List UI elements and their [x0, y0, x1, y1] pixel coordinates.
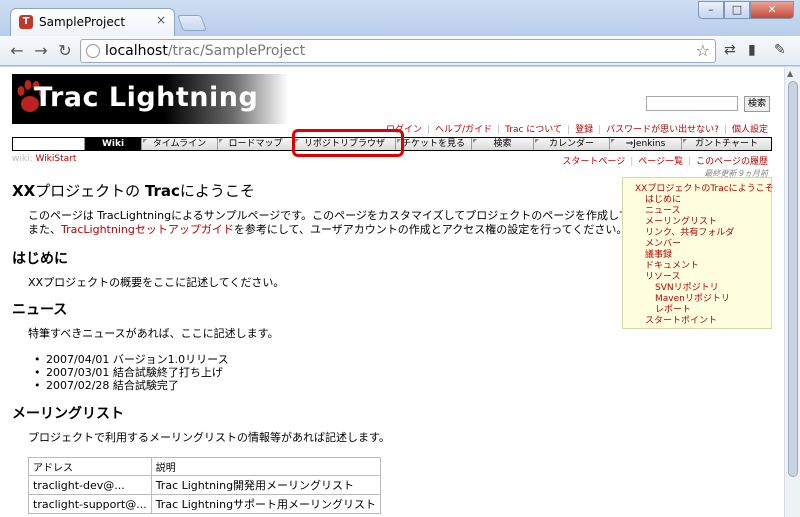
tab-timeline[interactable]: タイムライン [141, 138, 217, 150]
toc-item[interactable]: XXプロジェクトのTracにようこそ [635, 184, 774, 195]
toc-item[interactable]: メーリングリスト [635, 217, 771, 228]
start-page-link[interactable]: スタートページ [562, 157, 625, 167]
list-item: 2007/03/01 結合試験終了打ち上げ [34, 366, 229, 379]
tab-wiki[interactable]: Wiki [84, 138, 141, 150]
new-tab-button[interactable] [177, 15, 207, 31]
search-button[interactable]: 検索 [744, 96, 770, 112]
toc-item[interactable]: ニュース [635, 206, 771, 217]
news-text: 特筆すべきニュースがあれば、ここに記述します。 [28, 327, 279, 340]
table-row: traclight-support@... Trac Lightningサポート… [28, 494, 382, 514]
tab-roadmap[interactable]: ロードマップ [217, 138, 293, 150]
search-input[interactable] [646, 96, 738, 111]
back-arrow-icon[interactable]: ← [6, 40, 28, 62]
breadcrumb-page-link[interactable]: WikiStart [35, 154, 76, 164]
mailing-list-table: アドレス 説明 traclight-dev@... Trac Lightning… [28, 457, 382, 514]
mailing-list-text: プロジェクトで利用するメーリングリストの情報等があれば記述します。 [28, 431, 390, 444]
browser-tab[interactable]: T SampleProject × [10, 8, 175, 36]
reload-icon[interactable]: ↻ [54, 40, 76, 62]
toc-item[interactable]: はじめに [635, 195, 771, 206]
nav-spacer [13, 138, 84, 150]
window-titlebar: T SampleProject × – □ ✕ [0, 0, 800, 36]
heading-hajimeni: はじめに [12, 251, 68, 267]
page-viewport: Trac Lightning 検索 ログイン | ヘルプ/ガイド | Trac について… [0, 67, 784, 517]
highlight-annotation [292, 129, 404, 157]
register-link[interactable]: 登録 [575, 125, 593, 135]
news-list: 2007/04/01 バージョン1.0リリース 2007/03/01 結合試験終… [34, 353, 229, 392]
toc-item[interactable]: 議事録 [635, 250, 771, 261]
maximize-button[interactable]: □ [724, 1, 750, 19]
vertical-scrollbar[interactable]: ▲ [784, 67, 800, 517]
list-item: 2007/02/28 結合試験完了 [34, 379, 229, 392]
heading-news: ニュース [12, 302, 68, 318]
table-cell: traclight-dev@... [28, 475, 152, 495]
page-title: XXプロジェクトの Tracにようこそ [12, 182, 255, 200]
minimize-button[interactable]: – [698, 1, 724, 19]
tab-view-tickets[interactable]: チケットを見る [395, 138, 471, 150]
help-guide-link[interactable]: ヘルプ/ガイド [435, 125, 492, 135]
table-cell: Trac Lightningサポート用メーリングリスト [150, 494, 382, 514]
tab-search[interactable]: 検索 [471, 138, 533, 150]
trac-logo[interactable]: Trac Lightning [12, 74, 288, 124]
toc-item[interactable]: スタートポイント [635, 316, 771, 327]
table-of-contents: XXプロジェクトのTracにようこそ はじめに ニュース メーリングリスト リン… [622, 177, 774, 329]
extension-plug-icon[interactable]: ▮ [748, 42, 756, 58]
header-address: アドレス [28, 457, 152, 476]
overview-text: XXプロジェクトの概要をここに記述してください。 [28, 276, 285, 289]
tab-title: SampleProject [39, 15, 126, 29]
intro-text: このページは TracLightningによるサンプルページです。このページをカ… [28, 209, 685, 236]
address-bar[interactable]: localhost/trac/SampleProject ☆ [80, 39, 716, 63]
tab-gantt-chart[interactable]: ガントチャート [681, 138, 771, 150]
scroll-up-arrow-icon[interactable]: ▲ [787, 69, 793, 78]
context-navigation: スタートページ | ページ一覧 | このページの履歴 [562, 157, 768, 167]
forgot-password-link[interactable]: パスワードが思い出せない? [606, 125, 719, 135]
scrollbar-thumb[interactable] [788, 81, 798, 477]
breadcrumb: wiki: WikiStart [12, 154, 77, 164]
header-description: 説明 [150, 457, 382, 476]
page-history-link[interactable]: このページの履歴 [696, 157, 768, 167]
toc-item[interactable]: レポート [635, 305, 771, 316]
extension-icon[interactable]: ⇄ [724, 42, 736, 58]
toc-item[interactable]: リソース [635, 272, 771, 283]
toc-item[interactable]: Mavenリポジトリ [635, 294, 771, 305]
table-header-row: アドレス 説明 [28, 457, 382, 476]
toc-item[interactable]: メンバー [635, 239, 771, 250]
trac-favicon-icon: T [19, 15, 33, 29]
setup-guide-link[interactable]: TracLightningセットアップガイド [61, 223, 234, 236]
toc-item[interactable]: SVNリポジトリ [635, 283, 771, 294]
about-trac-link[interactable]: Trac について [505, 125, 562, 135]
browser-toolbar: ← → ↻ localhost/trac/SampleProject ☆ ⇄ ▮… [0, 36, 800, 66]
bookmark-star-icon[interactable]: ☆ [696, 41, 710, 60]
close-window-button[interactable]: ✕ [750, 1, 794, 19]
table-cell: Trac Lightning開発用メーリングリスト [150, 475, 382, 495]
toc-item[interactable]: ドキュメント [635, 261, 771, 272]
tab-jenkins[interactable]: ⇒Jenkins [609, 138, 681, 150]
wrench-menu-icon[interactable]: ✎ [774, 42, 786, 58]
table-row: traclight-dev@... Trac Lightning開発用メーリング… [28, 475, 382, 495]
forward-arrow-icon[interactable]: → [30, 40, 52, 62]
tab-close-icon[interactable]: × [156, 13, 166, 27]
logo-text: Trac Lightning [34, 82, 259, 113]
page-index-link[interactable]: ページ一覧 [638, 157, 683, 167]
tab-calendar[interactable]: カレンダー [533, 138, 609, 150]
table-cell: traclight-support@... [28, 494, 152, 514]
page-globe-icon [86, 44, 100, 58]
preferences-link[interactable]: 個人設定 [732, 125, 768, 135]
list-item: 2007/04/01 バージョン1.0リリース [34, 353, 229, 366]
address-url[interactable]: localhost/trac/SampleProject [105, 43, 305, 59]
toc-item[interactable]: リンク、共有フォルダ [635, 228, 771, 239]
heading-mailing-list: メーリングリスト [12, 406, 124, 422]
window-controls: – □ ✕ [698, 1, 794, 19]
meta-navigation: ログイン | ヘルプ/ガイド | Trac について | 登録 | パスワードが思い出せない? |… [385, 125, 768, 135]
